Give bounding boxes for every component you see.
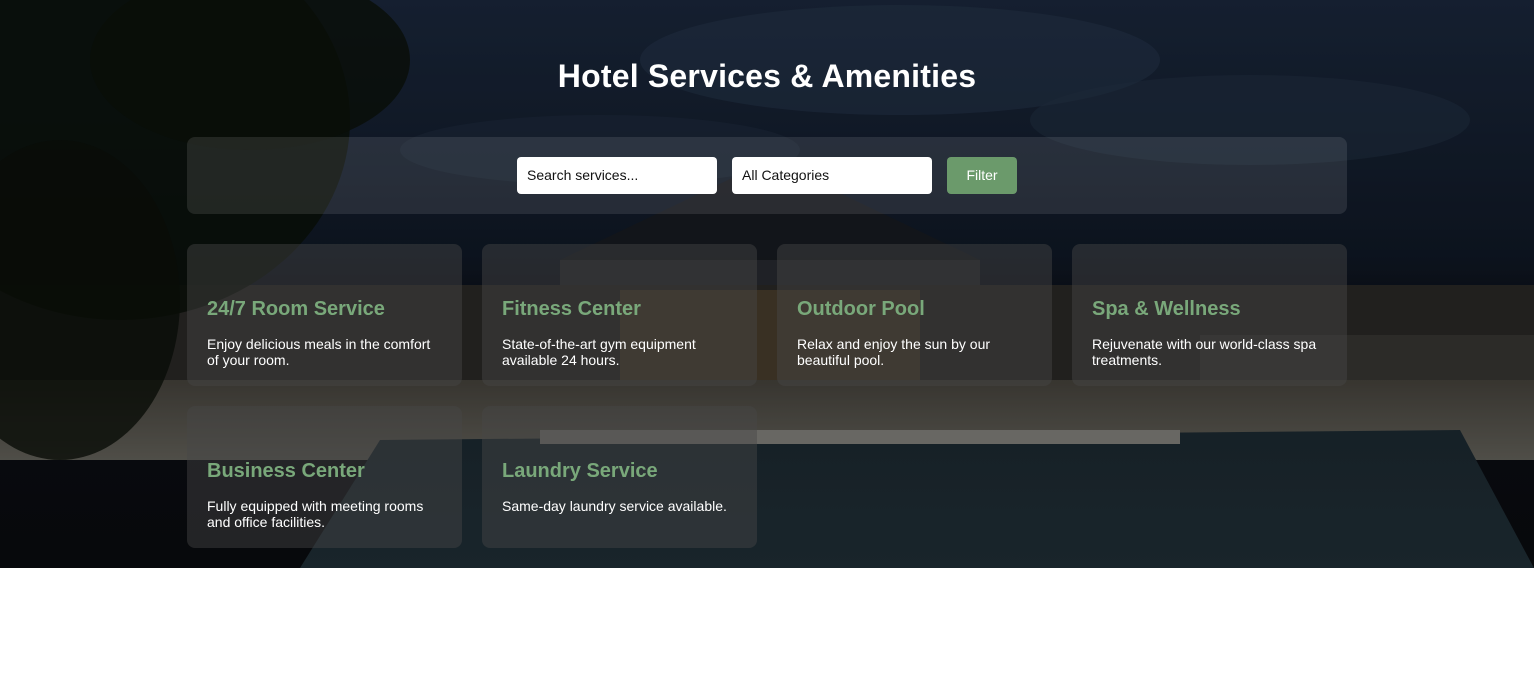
service-description: Same-day laundry service available. (502, 498, 727, 514)
service-description: Relax and enjoy the sun by our beautiful… (797, 336, 991, 368)
service-card-room-service[interactable]: 24/7 Room Service Enjoy delicious meals … (187, 244, 462, 386)
service-description: Rejuvenate with our world-class spa trea… (1092, 336, 1317, 368)
service-card-outdoor-pool[interactable]: Outdoor Pool Relax and enjoy the sun by … (777, 244, 1052, 386)
service-description: Enjoy delicious meals in the comfort of … (207, 336, 431, 368)
service-title: Laundry Service (502, 460, 658, 482)
service-title: Spa & Wellness (1092, 298, 1241, 320)
filter-panel: All Categories Filter (187, 137, 1347, 214)
search-input[interactable] (517, 157, 717, 194)
service-description: State-of-the-art gym equipment available… (502, 336, 696, 368)
service-card-spa-wellness[interactable]: Spa & Wellness Rejuvenate with our world… (1072, 244, 1347, 386)
service-description: Fully equipped with meeting rooms and of… (207, 498, 424, 530)
page-title: Hotel Services & Amenities (557, 58, 977, 94)
service-title: Outdoor Pool (797, 298, 925, 320)
category-select[interactable]: All Categories (732, 157, 932, 194)
hero-section: Hotel Services & Amenities All Categorie… (0, 0, 1534, 568)
filter-button[interactable]: Filter (947, 157, 1017, 194)
service-title: Fitness Center (502, 298, 641, 320)
service-title: Business Center (207, 460, 365, 482)
service-card-fitness-center[interactable]: Fitness Center State-of-the-art gym equi… (482, 244, 757, 386)
service-title: 24/7 Room Service (207, 298, 385, 320)
service-card-laundry-service[interactable]: Laundry Service Same-day laundry service… (482, 406, 757, 548)
service-card-business-center[interactable]: Business Center Fully equipped with meet… (187, 406, 462, 548)
